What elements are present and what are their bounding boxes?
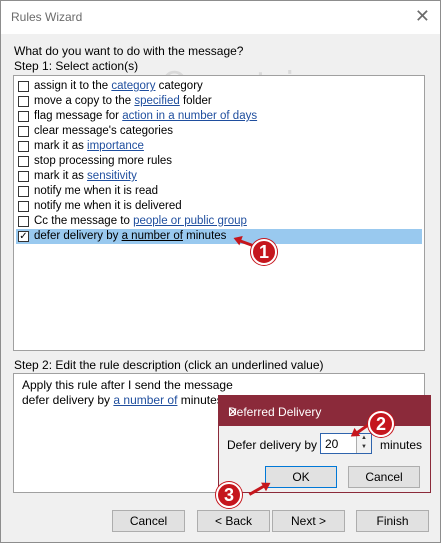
back-button[interactable]: < Back	[197, 510, 270, 532]
action-text: notify me when it is delivered	[34, 200, 182, 212]
window-title: Rules Wizard	[11, 10, 83, 24]
description-line: defer delivery by a number of minutes	[22, 393, 223, 407]
action-link[interactable]: specified	[134, 95, 179, 107]
checkbox[interactable]	[18, 81, 29, 92]
action-link[interactable]: importance	[87, 140, 144, 152]
action-text: category	[155, 80, 203, 92]
defer-label: Defer delivery by	[227, 438, 318, 452]
action-text: folder	[179, 95, 212, 107]
step1-label: Step 1: Select action(s)	[14, 59, 139, 73]
action-text: stop processing more rules	[34, 155, 173, 167]
checkbox[interactable]	[18, 156, 29, 167]
minutes-value[interactable]: 20	[325, 437, 338, 451]
close-icon[interactable]: ✕	[415, 6, 430, 27]
checkbox[interactable]	[18, 186, 29, 197]
rules-wizard-window: Rules Wizard ✕ What do you want to do wi…	[0, 0, 441, 543]
action-link[interactable]: people or public group	[133, 215, 247, 227]
question-label: What do you want to do with the message?	[14, 44, 244, 58]
action-text: minutes	[182, 230, 227, 242]
checkbox[interactable]	[18, 141, 29, 152]
action-link[interactable]: action in a number of days	[122, 110, 257, 122]
checkbox[interactable]	[18, 111, 29, 122]
action-item-clear-categories[interactable]: clear message's categories	[16, 124, 422, 139]
checkbox[interactable]	[18, 126, 29, 137]
description-line: Apply this rule after I send the message	[22, 378, 233, 392]
action-item-sensitivity[interactable]: mark it as sensitivity	[16, 169, 422, 184]
action-text: notify me when it is read	[34, 185, 159, 197]
description-text: minutes	[177, 393, 223, 407]
actions-list[interactable]: assign it to the category category move …	[13, 75, 425, 351]
description-text: defer delivery by	[22, 393, 114, 407]
action-item-move-copy[interactable]: move a copy to the specified folder	[16, 94, 422, 109]
checkbox[interactable]	[18, 171, 29, 182]
close-icon[interactable]: ✕	[228, 405, 422, 419]
checkbox-checked[interactable]: ✓	[18, 231, 29, 242]
minutes-spinner[interactable]: 20 ▲ ▼	[320, 433, 372, 454]
action-text: move a copy to the	[34, 95, 135, 107]
action-text: assign it to the	[34, 80, 112, 92]
action-link[interactable]: category	[111, 80, 155, 92]
deferred-delivery-dialog: Deferred Delivery ✕ Defer delivery by 20…	[218, 395, 431, 493]
minutes-unit: minutes	[380, 438, 423, 452]
checkbox[interactable]	[18, 96, 29, 107]
title-bar: Rules Wizard ✕	[1, 1, 440, 34]
checkbox[interactable]	[18, 201, 29, 212]
action-item-notify-read[interactable]: notify me when it is read	[16, 184, 422, 199]
action-link[interactable]: sensitivity	[87, 170, 137, 182]
action-text: mark it as	[34, 140, 88, 152]
finish-button[interactable]: Finish	[356, 510, 429, 532]
action-item-flag[interactable]: flag message for action in a number of d…	[16, 109, 422, 124]
action-item-notify-delivered[interactable]: notify me when it is delivered	[16, 199, 422, 214]
action-text: defer delivery by	[34, 230, 122, 242]
description-link[interactable]: a number of	[113, 393, 177, 407]
step-marker-2: 2	[368, 411, 394, 437]
step-marker-3: 3	[216, 482, 242, 508]
next-button[interactable]: Next >	[272, 510, 345, 532]
action-item-category[interactable]: assign it to the category category	[16, 79, 422, 94]
step2-label: Step 2: Edit the rule description (click…	[14, 358, 324, 372]
action-text: Cc the message to	[34, 215, 134, 227]
action-item-defer-delivery[interactable]: ✓ defer delivery by a number of minutes	[16, 229, 422, 244]
action-text: clear message's categories	[34, 125, 173, 137]
step-marker-1: 1	[251, 239, 277, 265]
action-text: mark it as	[34, 170, 88, 182]
ok-button[interactable]: OK	[265, 466, 337, 488]
dialog-cancel-button[interactable]: Cancel	[348, 466, 420, 488]
action-item-stop-processing[interactable]: stop processing more rules	[16, 154, 422, 169]
action-item-importance[interactable]: mark it as importance	[16, 139, 422, 154]
checkbox[interactable]	[18, 216, 29, 227]
dialog-title-bar: Deferred Delivery ✕	[219, 396, 430, 426]
action-text: flag message for	[34, 110, 123, 122]
action-link[interactable]: a number of	[122, 230, 183, 242]
cancel-button[interactable]: Cancel	[112, 510, 185, 532]
action-item-cc[interactable]: Cc the message to people or public group	[16, 214, 422, 229]
